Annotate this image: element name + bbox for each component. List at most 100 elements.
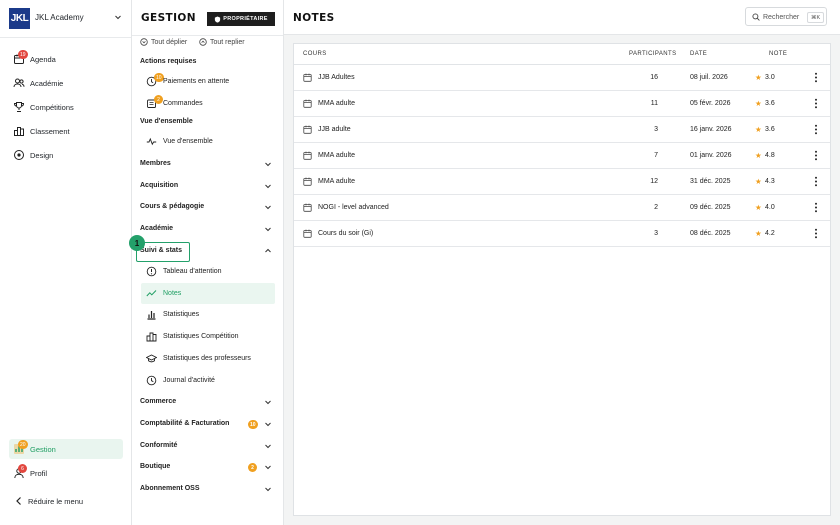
- chevron-down-icon: [264, 398, 272, 406]
- participants-count: 7: [654, 152, 658, 159]
- sub-item-paiements[interactable]: 10 Paiements en attente: [141, 71, 275, 92]
- star-icon: ★: [755, 177, 762, 186]
- table-row[interactable]: MMA adulte 7 01 janv. 2026 ★ 4.8: [294, 143, 830, 169]
- participants-count: 12: [650, 178, 658, 185]
- search-icon: [752, 13, 760, 21]
- calendar-icon: [303, 229, 312, 238]
- collapse-all-button[interactable]: Tout replier: [199, 38, 245, 46]
- more-options-icon[interactable]: [814, 176, 818, 187]
- column-date[interactable]: DATE: [690, 51, 707, 57]
- owner-badge: PROPRIÉTAIRE: [207, 12, 275, 26]
- chevron-down-icon: [264, 420, 272, 428]
- more-options-icon[interactable]: [814, 72, 818, 83]
- sidebar-item-competitions[interactable]: Compétitions: [9, 97, 123, 117]
- table-row[interactable]: MMA adulte 12 31 déc. 2025 ★ 4.3: [294, 169, 830, 195]
- rating-value: 4.8: [765, 152, 775, 159]
- more-options-icon[interactable]: [814, 150, 818, 161]
- group-abonnement-oss[interactable]: Abonnement OSS: [140, 481, 272, 497]
- alert-icon: [146, 266, 157, 277]
- search-shortcut: ⌘K: [807, 12, 825, 23]
- course-name: JJB Adultes: [318, 74, 355, 81]
- sub-item-label: Statistiques Compétition: [163, 333, 239, 340]
- chevron-down-icon: [264, 442, 272, 450]
- sub-item-label: Commandes: [163, 100, 203, 107]
- group-label: Commerce: [140, 398, 177, 405]
- course-date: 01 janv. 2026: [690, 152, 732, 159]
- group-label: Acquisition: [140, 182, 179, 189]
- sidebar-item-label: Académie: [30, 79, 64, 88]
- group-acquisition[interactable]: Acquisition: [140, 178, 272, 194]
- table-row[interactable]: JJB adulte 3 16 janv. 2026 ★ 3.6: [294, 117, 830, 143]
- search-button[interactable]: Rechercher ⌘K: [745, 7, 827, 26]
- group-boutique[interactable]: Boutique 2: [140, 459, 272, 475]
- sidebar-item-classement[interactable]: Classement: [9, 121, 123, 141]
- profil-badge: 6: [18, 464, 27, 473]
- table-row[interactable]: Cours du soir (Gi) 3 08 déc. 2025 ★ 4.2: [294, 221, 830, 247]
- sub-item-statistiques-professeurs[interactable]: Statistiques des professeurs: [141, 348, 275, 369]
- org-switch-chevron-icon[interactable]: [114, 13, 122, 21]
- group-label: Académie: [140, 225, 174, 232]
- group-conformite[interactable]: Conformité: [140, 438, 272, 454]
- academy-logo[interactable]: JKL: [9, 8, 30, 29]
- sidebar-item-label: Compétitions: [30, 103, 74, 112]
- actions-section-title: Actions requises: [140, 58, 197, 65]
- group-comptabilite[interactable]: Comptabilité & Facturation 10: [140, 416, 272, 432]
- sub-item-commandes[interactable]: 2 Commandes: [141, 93, 275, 114]
- course-date: 09 déc. 2025: [690, 204, 731, 211]
- column-note[interactable]: NOTE: [769, 51, 787, 57]
- users-icon: [13, 77, 25, 89]
- sidebar-item-gestion[interactable]: 20 Gestion: [9, 439, 123, 459]
- course-date: 08 juil. 2026: [690, 74, 728, 81]
- graduation-cap-icon: [146, 353, 157, 364]
- sidebar-item-profil[interactable]: 6 Profil: [9, 463, 123, 483]
- group-commerce[interactable]: Commerce: [140, 394, 272, 410]
- sidebar-item-agenda[interactable]: 19 Agenda: [9, 49, 123, 69]
- rating-value: 3.0: [765, 74, 775, 81]
- bar-chart-icon: [146, 309, 157, 320]
- owner-badge-label: PROPRIÉTAIRE: [223, 16, 268, 22]
- main-sidebar: JKL JKL Academy 19 Agenda Académie Compé…: [0, 0, 132, 525]
- column-course[interactable]: COURS: [303, 51, 327, 57]
- divider: [132, 35, 283, 36]
- calendar-icon: [303, 151, 312, 160]
- course-name: MMA adulte: [318, 100, 355, 107]
- gestion-badge: 20: [18, 440, 28, 449]
- page-title: NOTES: [293, 12, 335, 24]
- participants-count: 16: [650, 74, 658, 81]
- sub-item-statistiques[interactable]: Statistiques: [141, 304, 275, 325]
- more-options-icon[interactable]: [814, 228, 818, 239]
- group-academie[interactable]: Académie: [140, 221, 272, 237]
- chevron-down-icon: [264, 203, 272, 211]
- sub-item-notes[interactable]: Notes: [141, 283, 275, 304]
- collapse-menu-label: Réduire le menu: [28, 497, 84, 506]
- sub-item-label: Vue d'ensemble: [163, 138, 213, 145]
- course-name: MMA adulte: [318, 178, 355, 185]
- sub-item-tableau-attention[interactable]: Tableau d'attention: [141, 261, 275, 282]
- course-date: 05 févr. 2026: [690, 100, 731, 107]
- boutique-badge: 2: [248, 463, 257, 472]
- sub-item-vue-ensemble[interactable]: Vue d'ensemble: [141, 131, 275, 152]
- rating-value: 4.0: [765, 204, 775, 211]
- sidebar-item-label: Profil: [30, 469, 48, 478]
- more-options-icon[interactable]: [814, 124, 818, 135]
- agenda-badge: 19: [18, 50, 28, 59]
- sub-item-journal-activite[interactable]: Journal d'activité: [141, 370, 275, 391]
- collapse-menu-button[interactable]: Réduire le menu: [9, 491, 123, 511]
- table-row[interactable]: MMA adulte 11 05 févr. 2026 ★ 3.6: [294, 91, 830, 117]
- more-options-icon[interactable]: [814, 202, 818, 213]
- sidebar-item-academie[interactable]: Académie: [9, 73, 123, 93]
- group-label: Boutique: [140, 463, 171, 470]
- course-date: 16 janv. 2026: [690, 126, 732, 133]
- sidebar-item-label: Design: [30, 151, 54, 160]
- table-row[interactable]: JJB Adultes 16 08 juil. 2026 ★ 3.0: [294, 65, 830, 91]
- column-participants[interactable]: PARTICIPANTS: [629, 51, 676, 57]
- expand-all-button[interactable]: Tout déplier: [140, 38, 187, 46]
- table-row[interactable]: NOGI - level advanced 2 09 déc. 2025 ★ 4.0: [294, 195, 830, 221]
- group-cours-pedagogie[interactable]: Cours & pédagogie: [140, 199, 272, 215]
- more-options-icon[interactable]: [814, 98, 818, 109]
- sub-item-statistiques-competition[interactable]: Statistiques Compétition: [141, 326, 275, 347]
- sidebar-item-design[interactable]: Design: [9, 145, 123, 165]
- group-membres[interactable]: Membres: [140, 156, 272, 172]
- podium-icon: [146, 331, 157, 342]
- org-name[interactable]: JKL Academy: [35, 13, 84, 22]
